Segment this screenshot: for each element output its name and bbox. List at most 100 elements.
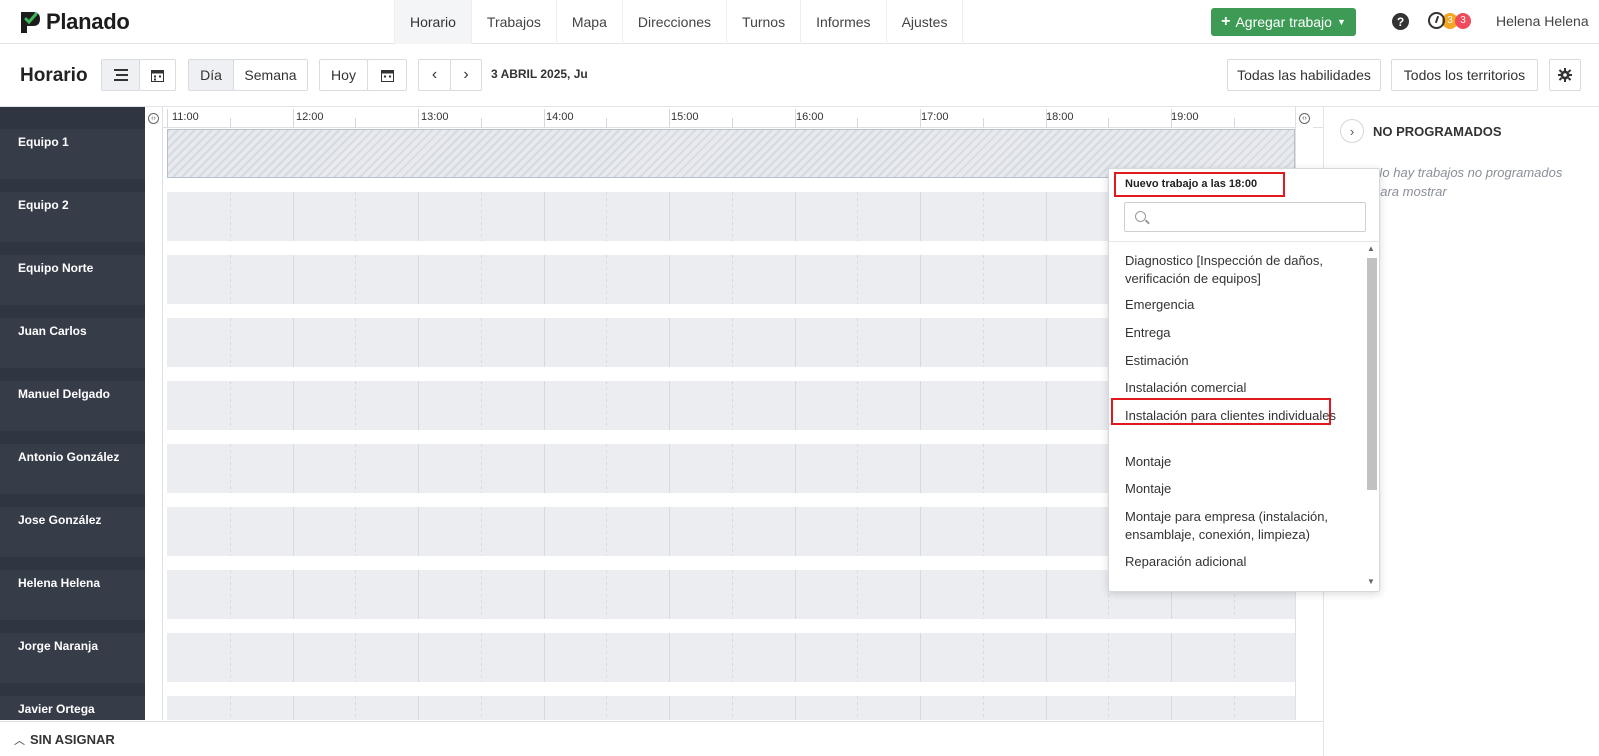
half-hour-tick [229,118,231,128]
grid-line [229,570,231,619]
nav-tab-direcciones[interactable]: Direcciones [621,0,726,44]
territories-filter[interactable]: Todos los territorios [1391,59,1538,91]
grid-line [794,381,796,430]
job-type-option[interactable]: Montaje para empresa (instalación, ensam… [1125,508,1350,544]
grid-line [920,255,921,304]
chevron-right-icon: › [463,66,469,83]
grid-line [1171,696,1172,720]
hour-label: 15:00 [671,111,699,123]
popup-scrollbar[interactable]: ▲ ▼ [1364,242,1379,590]
grid-line [606,255,608,304]
user-menu[interactable]: Helena Helena [1496,13,1589,29]
grid-line [794,318,796,367]
grid-line [794,696,796,720]
job-type-option[interactable]: Montaje [1125,480,1350,498]
planado-logo[interactable]: Planado [18,8,130,36]
job-type-option[interactable]: Montaje [1125,453,1350,471]
grid-line [355,444,357,493]
notifications[interactable]: 3 3 [1428,12,1471,29]
job-type-option[interactable]: Reparación adicional [1125,553,1350,571]
collapse-left-toggle[interactable]: ‹› [145,107,163,720]
job-type-option[interactable]: Diagnostico [Inspección de daños, verifi… [1125,252,1350,288]
half-hour-tick [1108,118,1110,128]
day-view-button[interactable]: Día [188,59,234,91]
job-type-option[interactable]: Estimación [1125,352,1350,370]
grid-line [1045,192,1047,241]
unassigned-label: SIN ASIGNAR [30,732,115,747]
calendar-view-button[interactable] [139,59,176,91]
half-hour-tick [982,118,984,128]
resource-lane[interactable] [167,696,1295,720]
grid-line [982,633,984,682]
scroll-down-icon[interactable]: ▼ [1367,577,1375,586]
unassigned-bar[interactable]: ︿ SIN ASIGNAR [0,721,1323,756]
resource-lane[interactable] [167,633,1295,682]
grid-line [1171,633,1172,682]
job-type-option-entrega[interactable]: Entrega [1125,324,1350,342]
next-day-button[interactable]: › [450,59,482,91]
resource-row[interactable]: Equipo 2 [0,192,145,242]
job-type-search-input[interactable] [1153,207,1358,227]
resource-row[interactable]: Javier Ortega [0,696,145,720]
today-button[interactable]: Hoy [319,59,368,91]
date-picker-button[interactable] [367,59,407,91]
resource-row[interactable]: Equipo Norte [0,255,145,305]
grid-line [794,444,796,493]
resource-row[interactable]: Helena Helena [0,570,145,620]
scrollbar-thumb[interactable] [1367,258,1377,490]
job-type-option[interactable]: Instalación para clientes individuales [1125,407,1350,425]
job-type-option[interactable]: Instalación comercial [1125,379,1350,397]
grid-line [229,192,231,241]
grid-line [292,381,294,430]
job-type-option[interactable]: Emergencia [1125,296,1350,314]
grid-line [229,633,231,682]
nav-tab-mapa[interactable]: Mapa [555,0,622,44]
nav-tab-informes[interactable]: Informes [800,0,885,44]
grid-line [606,318,608,367]
grid-line [606,570,608,619]
resource-row[interactable]: Antonio González [0,444,145,494]
top-navbar: Planado Horario Trabajos Mapa Direccione… [0,0,1599,44]
resource-row[interactable]: Jose González [0,507,145,557]
grid-line [857,696,859,720]
panel-toggle-button[interactable]: › [1340,119,1364,143]
previous-day-button[interactable]: ‹ [418,59,451,91]
add-job-button[interactable]: + Agregar trabajo ▼ [1211,8,1356,36]
grid-line [606,633,608,682]
calendar-icon [151,69,164,82]
week-view-button[interactable]: Semana [233,59,308,91]
resource-row[interactable]: Juan Carlos [0,318,145,368]
grid-line [229,381,231,430]
scroll-up-icon[interactable]: ▲ [1367,244,1375,253]
grid-line [292,507,294,556]
resource-name: Equipo Norte [18,261,94,275]
unscheduled-empty-text: No hay trabajos no programados para most… [1373,165,1563,199]
settings-button[interactable] [1549,59,1581,91]
skills-filter[interactable]: Todas las habilidades [1227,59,1381,91]
nav-tab-trabajos[interactable]: Trabajos [470,0,556,44]
grid-line [229,696,231,720]
grid-line [418,192,419,241]
grid-line [543,192,545,241]
nav-tab-horario[interactable]: Horario [394,0,471,44]
nav-tab-turnos[interactable]: Turnos [726,0,800,44]
grid-line [292,570,294,619]
job-type-search[interactable] [1124,202,1366,232]
hour-header: 11:00 12:00 13:00 14:00 15:00 16:00 17:0… [145,107,1323,128]
grid-line [982,507,984,556]
plus-icon: + [1221,13,1231,30]
resource-row[interactable]: Jorge Naranja [0,633,145,683]
grid-line [1233,633,1235,682]
grid-line [794,507,796,556]
red-count-badge: 3 [1455,12,1471,29]
nav-tab-ajustes[interactable]: Ajustes [885,0,964,44]
list-view-button[interactable] [101,59,140,91]
resource-row[interactable]: Equipo 1 [0,129,145,179]
grid-line [480,192,482,241]
grid-line [355,192,357,241]
list-icon [113,69,128,81]
help-icon[interactable]: ? [1392,13,1409,30]
resource-row[interactable]: Manuel Delgado [0,381,145,431]
clock-icon [1428,12,1445,29]
grid-line [982,696,984,720]
